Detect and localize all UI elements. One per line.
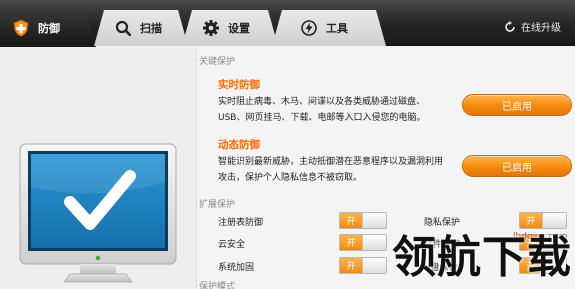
watermark-text: 领航下载 (392, 232, 572, 283)
realtime-defense-title: 实时防御 (218, 79, 260, 91)
bolt-icon (300, 19, 318, 37)
cloud-security-label: 云安全 (218, 240, 246, 250)
online-upgrade-label: 在线升级 (521, 23, 561, 34)
toggle-on-label: 开 (340, 258, 362, 273)
top-navigation-bar: 防御 扫描 设置 工具 在线升级 (0, 0, 575, 46)
magnifier-icon (114, 19, 132, 37)
ext-protection-heading: 扩展保护 (199, 200, 236, 210)
toggle-knob (362, 213, 386, 228)
privacy-protection-label: 隐私保护 (424, 218, 461, 228)
gear-icon (202, 19, 220, 37)
toggle-knob (362, 258, 386, 273)
panel-divider (196, 47, 197, 289)
tab-defense-label: 防御 (38, 21, 60, 35)
privacy-protection-toggle[interactable]: 开 (519, 212, 567, 229)
registry-defense-label: 注册表防御 (218, 218, 264, 228)
dynamic-defense-desc-line1: 智能识别最新威胁，主动抵御潜在恶意程序以及漏洞利用 (218, 157, 444, 167)
tab-tools-label: 工具 (326, 22, 348, 35)
key-protection-heading: 关键保护 (199, 57, 236, 67)
realtime-defense-enabled-button[interactable]: 已启用 (462, 94, 572, 116)
toggle-on-label: 开 (340, 235, 362, 250)
protection-mode-heading: 保护模式 (199, 282, 236, 289)
cloud-security-toggle[interactable]: 开 (339, 234, 387, 251)
toggle-knob (362, 235, 386, 250)
protected-monitor-illustration (18, 142, 178, 289)
refresh-icon (504, 20, 516, 33)
system-hardening-toggle[interactable]: 开 (339, 257, 387, 274)
tab-scan[interactable]: 扫描 (94, 10, 188, 46)
realtime-defense-desc-line1: 实时阻止病毒、木马、间谍以及各类威胁通过磁盘、 (218, 97, 426, 107)
status-panel (0, 47, 196, 289)
shield-plus-icon (12, 19, 30, 37)
dynamic-defense-description: 智能识别最新威胁，主动抵御潜在恶意程序以及漏洞利用 攻击，保护个人隐私信息不被窃… (218, 154, 458, 186)
tab-scan-label: 扫描 (140, 22, 162, 35)
tab-settings[interactable]: 设置 (182, 10, 278, 46)
realtime-defense-desc-line2: USB、网页挂马、下载、电邮等入口入侵您的电脑。 (218, 113, 426, 123)
toggle-knob (542, 213, 566, 228)
toggle-on-label: 开 (340, 213, 362, 228)
dynamic-defense-title: 动态防御 (218, 139, 260, 151)
registry-defense-toggle[interactable]: 开 (339, 212, 387, 229)
tab-settings-label: 设置 (228, 22, 250, 35)
dynamic-defense-enabled-button[interactable]: 已启用 (462, 155, 572, 177)
system-hardening-label: 系统加固 (218, 263, 255, 273)
toggle-on-label: 开 (520, 213, 542, 228)
online-upgrade-button[interactable]: 在线升级 (504, 19, 561, 34)
tab-tools[interactable]: 工具 (272, 10, 386, 46)
realtime-defense-description: 实时阻止病毒、木马、间谍以及各类威胁通过磁盘、 USB、网页挂马、下载、电邮等入… (218, 94, 458, 126)
tab-defense[interactable]: 防御 (0, 8, 96, 47)
dynamic-defense-desc-line2: 攻击，保护个人隐私信息不被窃取。 (218, 173, 363, 183)
